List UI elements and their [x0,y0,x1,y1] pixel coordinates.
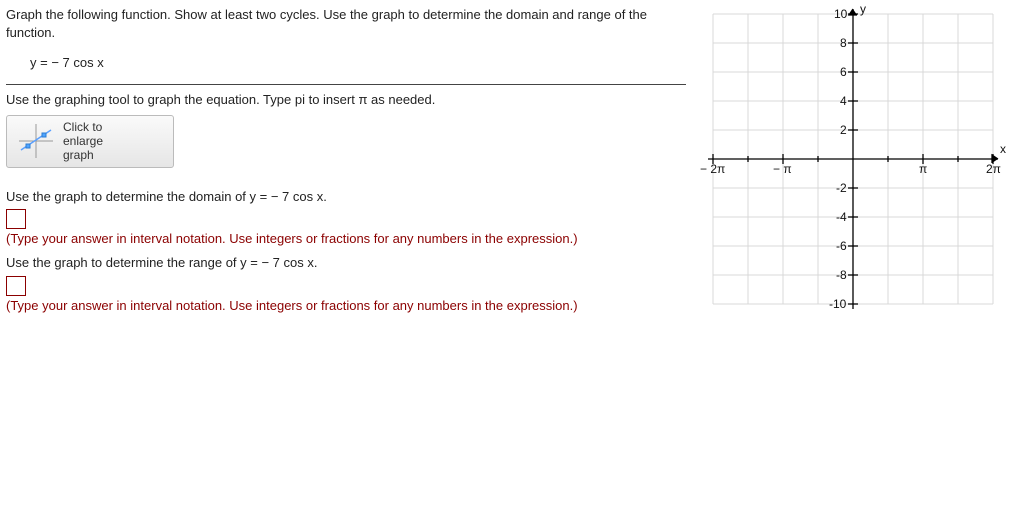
y-tick: 2 [840,123,847,137]
y-tick: 10 [834,7,847,21]
x-axis-label: x [1000,142,1006,156]
graph-thumbnail-icon [15,120,57,162]
x-tick: 2π [986,162,1001,176]
enlarge-graph-label: Click to enlarge graph [63,120,103,163]
enlarge-graph-button[interactable]: Click to enlarge graph [6,115,174,168]
y-tick: -10 [829,297,846,311]
range-answer-input[interactable] [6,276,26,296]
graphing-hint: Use the graphing tool to graph the equat… [6,91,686,109]
y-tick: -6 [836,239,847,253]
domain-prompt: Use the graph to determine the domain of… [6,188,686,206]
y-tick: -8 [836,268,847,282]
function-equation: y = − 7 cos x [30,55,686,70]
domain-hint: (Type your answer in interval notation. … [6,231,686,246]
y-tick: -2 [836,181,847,195]
grid-icon [698,4,1008,314]
x-tick: − π [773,162,792,176]
y-tick: 4 [840,94,847,108]
domain-answer-input[interactable] [6,209,26,229]
range-hint: (Type your answer in interval notation. … [6,298,686,313]
separator [6,84,686,85]
coordinate-graph[interactable]: y x 10 8 6 4 2 -2 -4 -6 -8 -10 − 2π − π … [698,4,1008,314]
y-tick: 8 [840,36,847,50]
range-prompt: Use the graph to determine the range of … [6,254,686,272]
y-tick: 6 [840,65,847,79]
question-intro: Graph the following function. Show at le… [6,6,686,41]
y-tick: -4 [836,210,847,224]
x-tick: π [919,162,927,176]
y-axis-label: y [860,2,866,16]
x-tick: − 2π [700,162,725,176]
